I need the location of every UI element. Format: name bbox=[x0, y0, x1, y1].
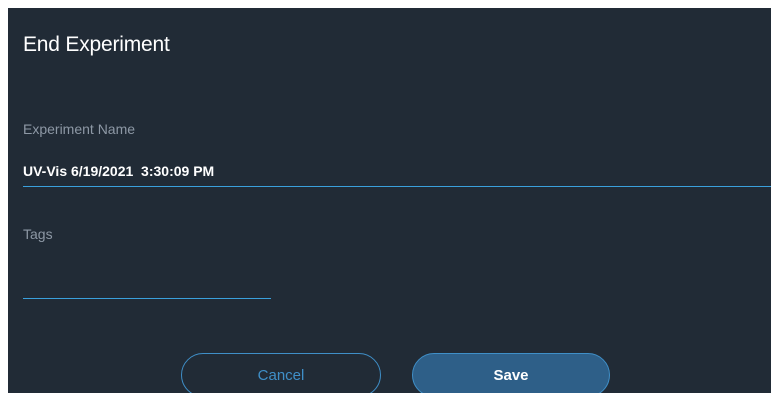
dialog-title: End Experiment bbox=[23, 33, 170, 56]
tags-label: Tags bbox=[23, 226, 53, 242]
tags-input[interactable] bbox=[23, 298, 271, 299]
experiment-name-input[interactable]: UV-Vis 6/19/2021 3:30:09 PM bbox=[23, 163, 214, 179]
save-button[interactable]: Save bbox=[412, 353, 610, 393]
experiment-name-underline bbox=[23, 186, 771, 187]
experiment-name-label: Experiment Name bbox=[23, 121, 136, 137]
cancel-button[interactable]: Cancel bbox=[181, 353, 381, 393]
end-experiment-dialog: End Experiment Experiment Name UV-Vis 6/… bbox=[8, 8, 771, 393]
